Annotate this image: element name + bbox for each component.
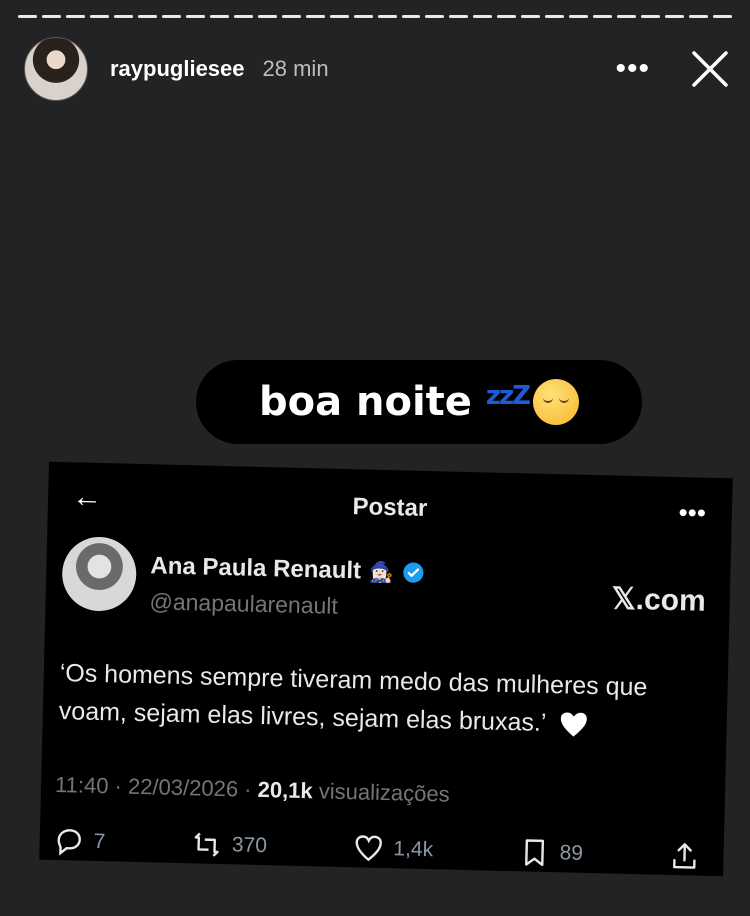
like-count: 1,4k [393, 837, 434, 862]
story-header: raypugliesee 28 min ••• [24, 37, 732, 101]
progress-segment [425, 15, 445, 18]
tweet-author-name-row: Ana Paula Renault 🧙🏻‍♀️ [150, 552, 424, 587]
progress-segment [401, 15, 421, 18]
progress-segment [665, 15, 685, 18]
progress-segment [209, 15, 229, 18]
tweet-header-title: Postar [352, 493, 428, 522]
progress-segment [185, 15, 205, 18]
white-heart-icon [560, 712, 587, 737]
bookmark-action: 89 [519, 837, 583, 869]
progress-segment [65, 15, 85, 18]
progress-segment [473, 15, 493, 18]
progress-segment [41, 15, 61, 18]
progress-segment [113, 15, 133, 18]
progress-segment [713, 15, 733, 18]
progress-segment [617, 15, 637, 18]
tweet-text-block: ‘Os homens sempre tiveram medo das mulhe… [58, 654, 714, 746]
progress-segment [18, 15, 37, 18]
share-action [669, 841, 700, 872]
sleeping-face-emoji [533, 379, 580, 425]
reply-icon [57, 829, 81, 856]
progress-segment [689, 15, 709, 18]
progress-segment [353, 15, 373, 18]
repost-icon [194, 832, 219, 857]
progress-segment [545, 15, 565, 18]
bookmark-count: 89 [559, 841, 584, 865]
reply-action: 7 [53, 826, 106, 857]
x-com-logo: 𝕏.com [611, 582, 707, 618]
tweet-views-count: 20,1k [257, 776, 314, 804]
more-options-button[interactable]: ••• [615, 54, 650, 84]
tweet-author-avatar [61, 536, 138, 612]
progress-segment [305, 15, 325, 18]
repost-action: 370 [192, 829, 268, 861]
progress-segment [89, 15, 109, 18]
tweet-views-label: visualizações [312, 778, 450, 807]
progress-segment [593, 15, 613, 18]
progress-segment [137, 15, 157, 18]
progress-segment [257, 15, 277, 18]
zzz-sticker: zzZ [485, 381, 531, 411]
repost-count: 370 [231, 833, 268, 858]
progress-segment [641, 15, 661, 18]
like-action: 1,4k [353, 833, 433, 865]
reply-count: 7 [93, 829, 106, 854]
progress-segment [281, 15, 301, 18]
progress-segment [521, 15, 541, 18]
progress-segment [329, 15, 349, 18]
tweet-actions: 7 370 1,4k 89 [53, 826, 700, 872]
text-sticker: boa noite zzZ [196, 360, 642, 444]
share-icon [673, 843, 696, 869]
tweet-meta: 11:40 · 22/03/2026 · 20,1k visualizações [55, 772, 450, 808]
witch-emoji: 🧙🏻‍♀️ [368, 561, 395, 584]
tweet-author-name: Ana Paula Renault [150, 552, 362, 585]
avatar[interactable] [24, 37, 88, 101]
story-time: 28 min [262, 56, 329, 81]
progress-segment [377, 15, 397, 18]
bookmark-icon [525, 839, 545, 867]
tweet-timestamp: 11:40 · 22/03/2026 · [54, 771, 258, 802]
tweet-more-icon: ••• [678, 497, 707, 528]
heart-outline-icon [355, 835, 382, 862]
tweet-screenshot: ← Postar ••• Ana Paula Renault 🧙🏻‍♀️ @an… [39, 461, 733, 877]
tweet-handle: @anapaularenault [149, 588, 339, 619]
close-icon[interactable] [688, 47, 732, 91]
verified-badge-icon [402, 562, 424, 583]
progress-segment [233, 15, 253, 18]
progress-segment [569, 15, 589, 18]
story-progress-bar [18, 15, 733, 19]
sticker-text: boa noite [258, 379, 472, 425]
progress-segment [449, 15, 469, 18]
progress-segment [497, 15, 517, 18]
story-username[interactable]: raypugliesee [110, 56, 245, 82]
progress-segment [161, 15, 181, 18]
